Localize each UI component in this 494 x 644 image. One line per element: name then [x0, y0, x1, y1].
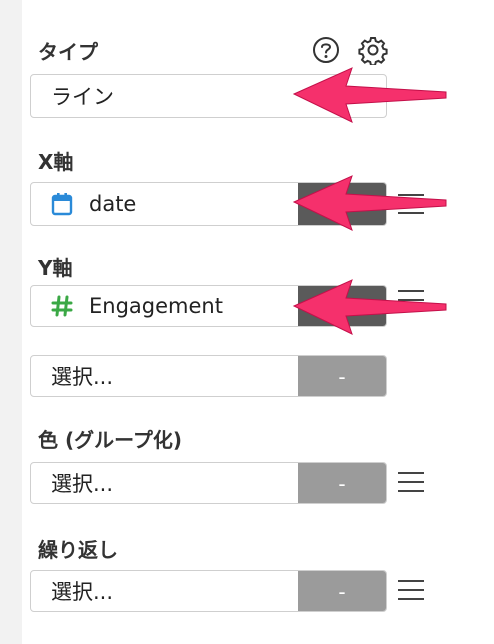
hash-icon	[51, 295, 73, 321]
repeat-label: 繰り返し	[38, 538, 118, 562]
type-label: タイプ	[38, 40, 98, 64]
calendar-icon	[51, 192, 73, 220]
color-group-placeholder: 選択...	[51, 472, 114, 496]
annotation-arrow	[290, 62, 450, 130]
y-axis-label: Y軸	[38, 256, 73, 280]
repeat-menu-icon[interactable]	[398, 578, 424, 602]
repeat-select[interactable]: 選択... -	[30, 570, 387, 612]
annotation-arrow	[290, 170, 450, 238]
color-group-select[interactable]: 選択... -	[30, 462, 387, 504]
chart-type-value: ライン	[51, 85, 114, 109]
color-group-remove-button[interactable]: -	[298, 463, 386, 503]
color-group-menu-icon[interactable]	[398, 470, 424, 494]
color-group-label: 色 (グループ化)	[38, 428, 183, 452]
repeat-placeholder: 選択...	[51, 580, 114, 604]
y-axis-field-name: Engagement	[89, 294, 223, 318]
annotation-arrow	[290, 274, 450, 342]
x-axis-label: X軸	[38, 150, 74, 174]
extra-y-remove-button[interactable]: -	[298, 356, 386, 396]
left-panel-strip	[0, 0, 22, 644]
extra-y-placeholder: 選択...	[51, 365, 114, 389]
extra-y-select[interactable]: 選択... -	[30, 355, 387, 397]
x-axis-field-name: date	[89, 192, 137, 216]
repeat-remove-button[interactable]: -	[298, 571, 386, 611]
